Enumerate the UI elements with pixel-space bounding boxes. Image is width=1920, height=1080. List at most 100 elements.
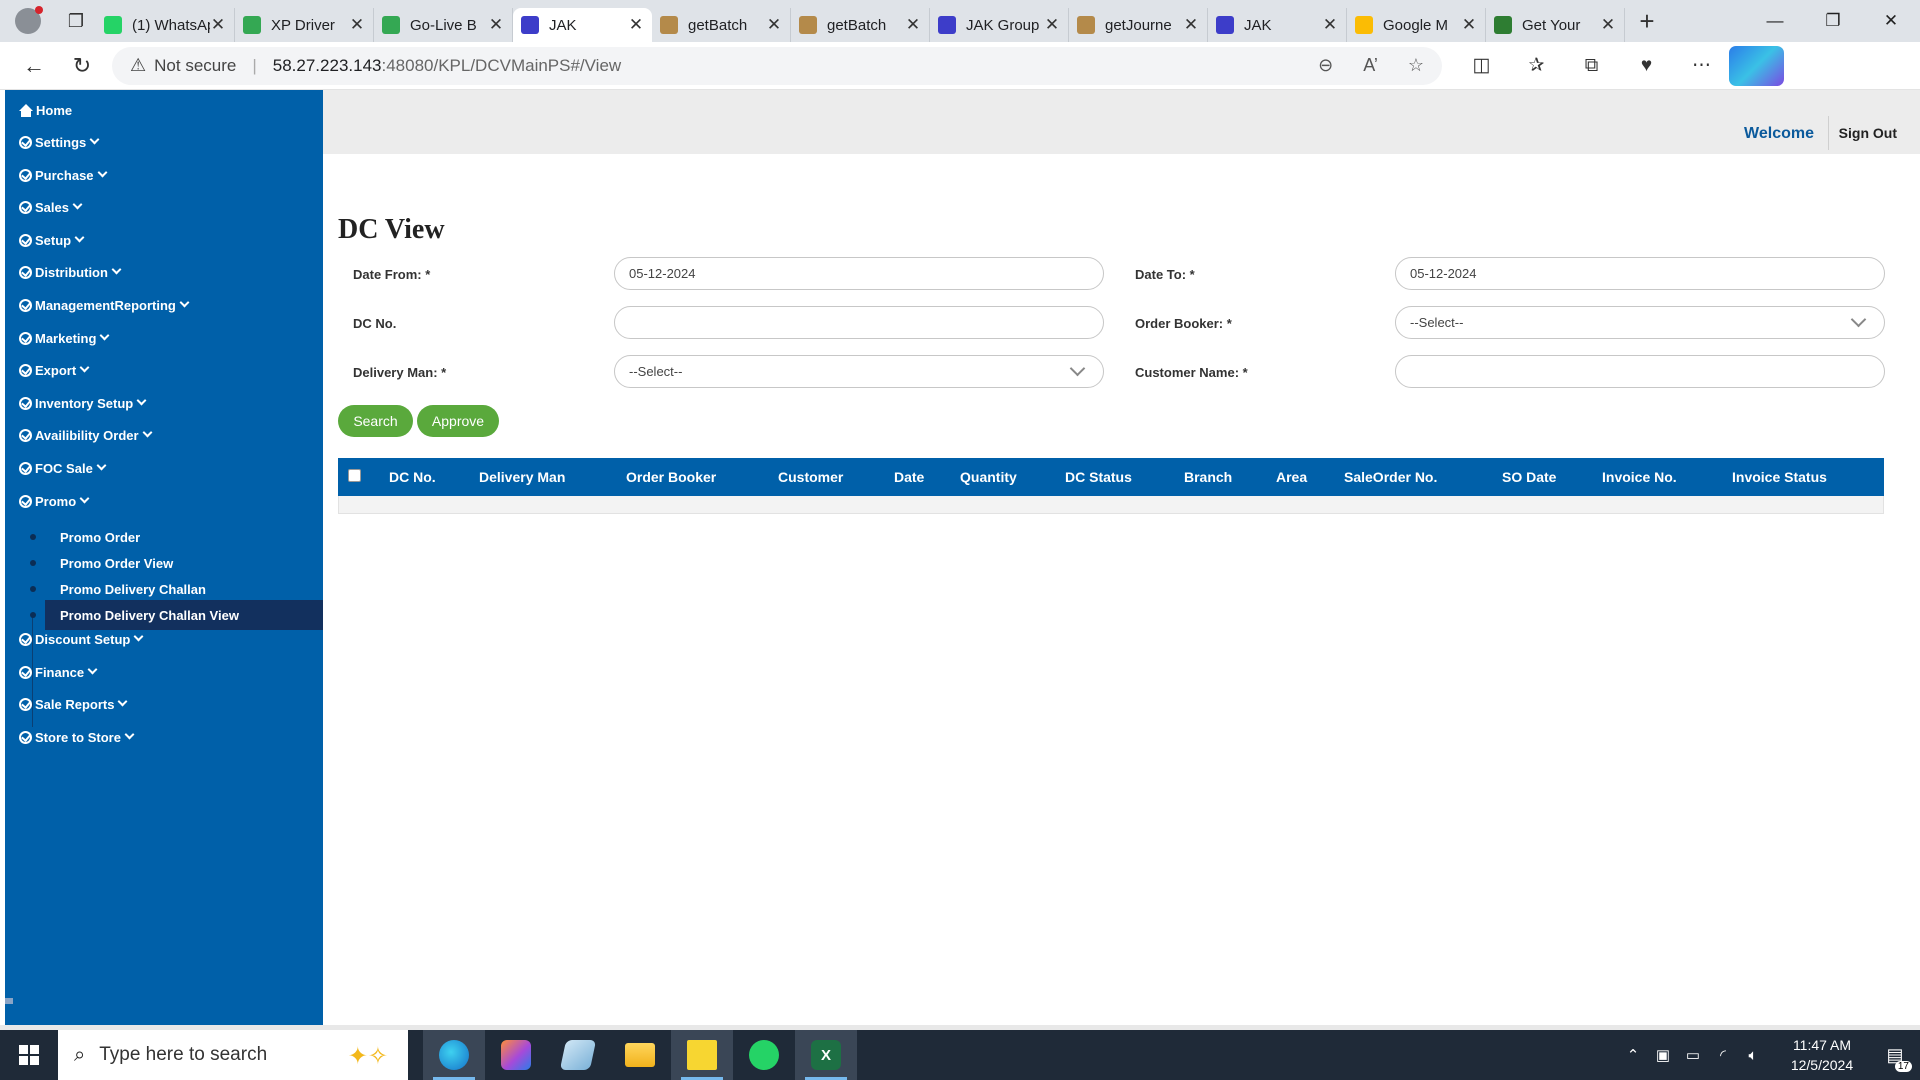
taskbar-excel[interactable]: X xyxy=(795,1030,857,1080)
sidebar-item-marketing[interactable]: Marketing xyxy=(19,328,110,348)
column-header-invoice-status[interactable]: Invoice Status xyxy=(1732,469,1827,485)
browser-tab[interactable]: JAK Group ✕ xyxy=(930,8,1069,42)
sidebar-item-discount-setup[interactable]: Discount Setup xyxy=(19,629,144,649)
taskbar-sticky-notes[interactable] xyxy=(671,1030,733,1080)
order-booker-select[interactable]: --Select-- xyxy=(1395,306,1885,339)
date-to-input[interactable]: 05-12-2024 xyxy=(1395,257,1885,290)
battery-icon[interactable]: ▭ xyxy=(1678,1046,1708,1064)
welcome-link[interactable]: Welcome xyxy=(1744,125,1814,143)
sidebar-item-distribution[interactable]: Distribution xyxy=(19,262,122,282)
date-from-input[interactable]: 05-12-2024 xyxy=(614,257,1104,290)
column-header-invoice-no[interactable]: Invoice No. xyxy=(1602,469,1677,485)
clock[interactable]: 11:47 AM 12/5/2024 xyxy=(1774,1035,1870,1075)
select-all-checkbox[interactable] xyxy=(348,469,361,482)
browser-essentials-icon[interactable]: ♥ xyxy=(1619,46,1674,86)
close-tab-icon[interactable]: ✕ xyxy=(1183,15,1199,35)
close-tab-icon[interactable]: ✕ xyxy=(766,15,782,35)
approve-button[interactable]: Approve xyxy=(417,405,499,437)
taskbar-copilot[interactable] xyxy=(485,1030,547,1080)
browser-tab[interactable]: JAK ✕ xyxy=(1208,8,1347,42)
taskbar-edge[interactable] xyxy=(423,1030,485,1080)
taskbar-explorer[interactable] xyxy=(609,1030,671,1080)
read-aloud-icon[interactable]: A’ xyxy=(1363,55,1378,76)
taskbar-whatsapp[interactable] xyxy=(733,1030,795,1080)
refresh-icon[interactable]: ↻ xyxy=(58,46,106,86)
delivery-man-select[interactable]: --Select-- xyxy=(614,355,1104,388)
taskbar-notepad[interactable] xyxy=(547,1030,609,1080)
volume-icon[interactable]: 🔈︎ xyxy=(1738,1047,1768,1064)
close-tab-icon[interactable]: ✕ xyxy=(1322,15,1338,35)
browser-tab[interactable]: Go-Live B ✕ xyxy=(374,8,513,42)
restore-icon[interactable]: ❐ xyxy=(1804,0,1862,42)
column-header-dc-status[interactable]: DC Status xyxy=(1065,469,1132,485)
sidebar-item-finance[interactable]: Finance xyxy=(19,662,98,682)
column-header-customer[interactable]: Customer xyxy=(778,469,843,485)
security-status[interactable]: Not secure xyxy=(154,56,236,76)
customer-name-input[interactable] xyxy=(1395,355,1885,388)
close-tab-icon[interactable]: ✕ xyxy=(628,15,644,35)
taskbar-search-box[interactable]: ⌕ Type here to search ✦✧ xyxy=(58,1030,408,1080)
close-tab-icon[interactable]: ✕ xyxy=(905,15,921,35)
start-button[interactable] xyxy=(0,1030,58,1080)
column-header-dc-no[interactable]: DC No. xyxy=(389,469,436,485)
minimize-icon[interactable]: — xyxy=(1746,0,1804,42)
column-header-saleorder-no[interactable]: SaleOrder No. xyxy=(1344,469,1437,485)
search-button[interactable]: Search xyxy=(338,405,413,437)
sidebar-item-inventory-setup[interactable]: Inventory Setup xyxy=(19,393,147,413)
column-header-order-booker[interactable]: Order Booker xyxy=(626,469,716,485)
close-window-icon[interactable]: ✕ xyxy=(1862,0,1920,42)
browser-tab[interactable]: getBatch ✕ xyxy=(652,8,791,42)
sign-out-link[interactable]: Sign Out xyxy=(1827,116,1897,150)
profile-button[interactable] xyxy=(0,0,56,42)
close-tab-icon[interactable]: ✕ xyxy=(1044,15,1060,35)
sidebar-resize-handle[interactable] xyxy=(5,998,13,1004)
browser-tab[interactable]: (1) WhatsApp✕ xyxy=(96,8,235,42)
collections-icon[interactable]: ⧉ xyxy=(1564,46,1619,86)
sidebar-item-promo[interactable]: Promo xyxy=(19,491,90,511)
warning-icon[interactable]: ⚠ xyxy=(130,55,146,76)
browser-tab[interactable]: getJourne ✕ xyxy=(1069,8,1208,42)
sidebar-item-foc-sale[interactable]: FOC Sale xyxy=(19,458,107,478)
browser-tab[interactable]: Get Your ✕ xyxy=(1486,8,1625,42)
more-options-icon[interactable]: ⋯ xyxy=(1674,46,1729,86)
split-screen-icon[interactable]: ◫ xyxy=(1454,46,1509,86)
column-header-so-date[interactable]: SO Date xyxy=(1502,469,1556,485)
wifi-icon[interactable]: ◜ xyxy=(1708,1046,1738,1064)
dc-no-input[interactable] xyxy=(614,306,1104,339)
back-icon[interactable]: ← xyxy=(10,46,58,86)
browser-tab[interactable]: Google M ✕ xyxy=(1347,8,1486,42)
browser-tab[interactable]: getBatch ✕ xyxy=(791,8,930,42)
submenu-item-promo-delivery-challan-view[interactable]: Promo Delivery Challan View xyxy=(45,600,323,630)
close-tab-icon[interactable]: ✕ xyxy=(210,15,226,35)
tray-chevron-up-icon[interactable]: ⌃ xyxy=(1618,1046,1648,1064)
favorites-icon[interactable]: ✰ xyxy=(1509,46,1564,86)
tab-actions-icon[interactable]: ❐ xyxy=(56,0,96,42)
sidebar-item-availibility-order[interactable]: Availibility Order xyxy=(19,425,153,445)
sidebar-item-managementreporting[interactable]: ManagementReporting xyxy=(19,295,190,315)
column-header-area[interactable]: Area xyxy=(1276,469,1307,485)
sidebar-item-setup[interactable]: Setup xyxy=(19,230,85,250)
sidebar-item-purchase[interactable]: Purchase xyxy=(19,165,107,185)
sidebar-item-sale-reports[interactable]: Sale Reports xyxy=(19,694,128,714)
meet-icon[interactable]: ▣ xyxy=(1648,1046,1678,1064)
favorite-star-icon[interactable]: ☆ xyxy=(1408,55,1424,76)
column-header-date[interactable]: Date xyxy=(894,469,924,485)
sidebar-item-store-to-store[interactable]: Store to Store xyxy=(19,727,135,747)
copilot-button[interactable] xyxy=(1729,45,1784,86)
sidebar-item-home[interactable]: Home xyxy=(19,100,72,120)
close-tab-icon[interactable]: ✕ xyxy=(349,15,365,35)
new-tab-button[interactable]: + xyxy=(1625,0,1669,42)
column-header-quantity[interactable]: Quantity xyxy=(960,469,1017,485)
close-tab-icon[interactable]: ✕ xyxy=(1461,15,1477,35)
sidebar-item-settings[interactable]: Settings xyxy=(19,132,100,152)
column-header-delivery-man[interactable]: Delivery Man xyxy=(479,469,565,485)
close-tab-icon[interactable]: ✕ xyxy=(488,15,504,35)
sidebar-item-export[interactable]: Export xyxy=(19,360,90,380)
url-input[interactable]: ⚠ Not secure | 58.27.223.143 :48080/KPL/… xyxy=(112,46,1442,85)
close-tab-icon[interactable]: ✕ xyxy=(1600,15,1616,35)
sidebar-item-sales[interactable]: Sales xyxy=(19,197,83,217)
browser-tab[interactable]: JAK ✕ xyxy=(513,8,652,42)
zoom-icon[interactable]: ⊖ xyxy=(1318,55,1333,76)
notifications-button[interactable]: ▤ 17 xyxy=(1870,1030,1920,1080)
column-header-branch[interactable]: Branch xyxy=(1184,469,1232,485)
